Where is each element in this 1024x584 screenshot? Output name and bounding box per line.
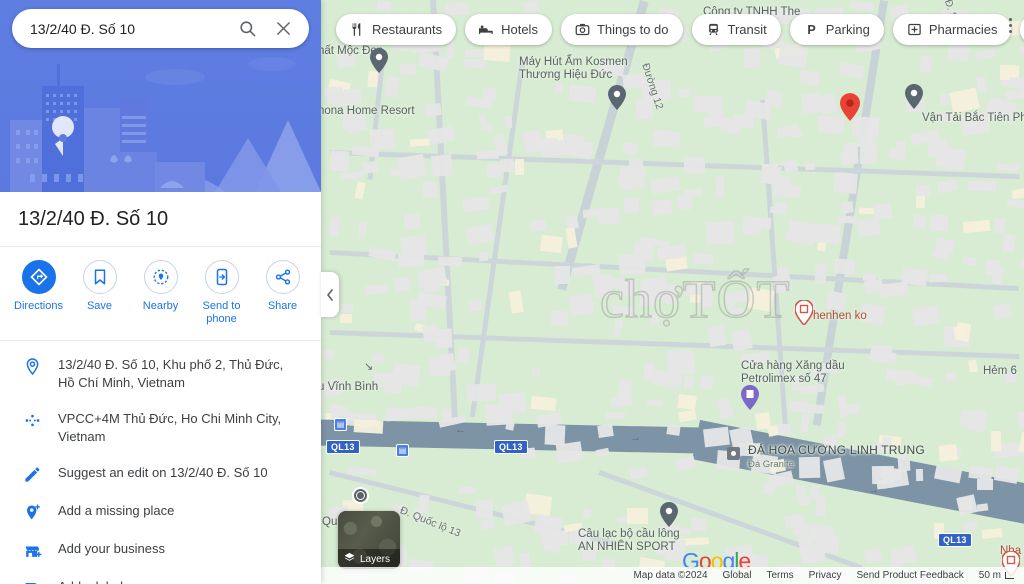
info-row-location-pin[interactable]: 13/2/40 Đ. Số 10, Khu phố 2, Thủ Đức, Hồ…	[0, 347, 321, 401]
chip-atms[interactable]: ATMATMs	[1020, 14, 1024, 45]
info-row-text: Add your business	[58, 541, 165, 556]
transit-icon	[706, 22, 721, 37]
label-icon	[22, 578, 42, 584]
chip-restaurants[interactable]: Restaurants	[336, 14, 457, 45]
info-row-pencil[interactable]: Suggest an edit on 13/2/40 Đ. Số 10	[0, 455, 321, 493]
page-title: 13/2/40 Đ. Số 10	[0, 192, 321, 247]
layers-label: Layers	[360, 553, 391, 565]
plus-code-icon	[22, 410, 42, 430]
chip-label: Things to do	[596, 22, 669, 37]
info-row-text: 13/2/40 Đ. Số 10, Khu phố 2, Thủ Đức, Hồ…	[58, 357, 284, 390]
highway-shield: QL13	[494, 440, 528, 454]
pharmacy-icon	[907, 22, 922, 37]
map-footer: Map data ©2024 Global Terms Privacy Send…	[321, 567, 1024, 584]
collapse-panel-button[interactable]	[321, 272, 339, 317]
place-hero-illustration	[0, 0, 321, 192]
chip-transit[interactable]: Transit	[691, 14, 781, 45]
info-row-add-business[interactable]: Add your business	[0, 531, 321, 569]
city-skyline-illustration	[10, 57, 321, 192]
action-label: Share	[267, 300, 298, 312]
nearby-search-icon	[143, 260, 178, 294]
info-row-text: Suggest an edit on 13/2/40 Đ. Số 10	[58, 465, 268, 480]
bus-stop-icon[interactable]: ▤	[396, 444, 409, 457]
hotel-icon	[479, 22, 494, 37]
map-scale-bar	[1005, 572, 1014, 579]
map-poi-dahoacuong[interactable]	[727, 447, 740, 460]
category-chip-bar: Restaurants Hotels Things to do Transit P Par…	[336, 14, 1024, 45]
map-pin-generic[interactable]	[370, 48, 388, 73]
share-button[interactable]: Share	[254, 260, 312, 313]
highway-shield: QL13	[326, 440, 360, 454]
send-to-phone-button[interactable]: Send to phone	[193, 260, 251, 326]
footer-link-privacy[interactable]: Privacy	[809, 570, 842, 581]
share-icon	[265, 260, 300, 294]
chip-hotels[interactable]: Hotels	[465, 14, 552, 45]
layers-icon	[344, 552, 355, 566]
send-to-phone-icon	[204, 260, 239, 294]
pegman-icon[interactable]	[352, 487, 369, 504]
parking-icon: P	[804, 22, 819, 37]
bus-stop-icon[interactable]: ▤	[334, 418, 347, 431]
footer-link-feedback[interactable]: Send Product Feedback	[856, 570, 963, 581]
map-pin-henhenko[interactable]	[795, 300, 813, 325]
pencil-icon	[22, 464, 42, 484]
chip-pharmacies[interactable]: Pharmacies	[892, 14, 1012, 45]
chip-parking[interactable]: P Parking	[789, 14, 884, 45]
chip-label: Hotels	[501, 22, 538, 37]
save-button[interactable]: Save	[71, 260, 129, 313]
svg-text:P: P	[807, 23, 815, 37]
chip-label: Restaurants	[372, 22, 443, 37]
location-pin-icon	[22, 356, 42, 376]
footer-link-terms[interactable]: Terms	[766, 570, 793, 581]
search-input[interactable]	[12, 20, 229, 37]
directions-icon	[21, 260, 56, 294]
direction-arrow-icon: ↘	[364, 361, 374, 373]
map-scale: 50 m	[979, 570, 1014, 581]
action-label: Nearby	[142, 300, 179, 312]
place-action-bar: Directions Save Nearby Send to phone Share	[0, 247, 321, 341]
directions-button[interactable]: Directions	[10, 260, 68, 313]
map-pin-destination[interactable]	[840, 93, 860, 121]
direction-arrow-icon: →	[630, 432, 641, 444]
direction-arrow-icon: →	[868, 484, 879, 496]
info-row-label[interactable]: Add a label	[0, 569, 321, 584]
map-pin-vantai[interactable]	[905, 84, 923, 109]
info-row-text: Add a label	[58, 578, 123, 584]
add-business-icon	[22, 540, 42, 560]
map-scale-value: 50 m	[978, 570, 1001, 581]
info-row-text: Add a missing place	[58, 503, 175, 518]
search-bar[interactable]	[12, 9, 309, 48]
highway-shield: QL13	[938, 533, 972, 547]
chip-label: Pharmacies	[928, 22, 998, 37]
place-details-panel: 13/2/40 Đ. Số 10 Directions Save Nearby Sen…	[0, 0, 321, 584]
place-info-list: 13/2/40 Đ. Số 10, Khu phố 2, Thủ Đức, Hồ…	[0, 341, 321, 584]
chip-things-to-do[interactable]: Things to do	[560, 14, 683, 45]
search-icon[interactable]	[229, 9, 265, 48]
close-icon[interactable]	[265, 9, 301, 48]
layers-button[interactable]: Layers	[338, 511, 400, 569]
map-pin-kosmen[interactable]	[608, 85, 626, 110]
chip-label: Parking	[825, 22, 870, 37]
info-row-text: VPCC+4M Thủ Đức, Ho Chi Minh City, Vietn…	[58, 411, 282, 444]
action-label: Send to phone	[202, 300, 241, 325]
map-attribution: Map data ©2024	[633, 570, 708, 581]
restaurant-icon	[350, 22, 365, 37]
camera-icon	[575, 22, 590, 37]
footer-link-global[interactable]: Global	[723, 570, 752, 581]
chip-label: Transit	[727, 22, 767, 37]
map-pin-annhien[interactable]	[660, 502, 678, 527]
map-overflow-menu-icon[interactable]	[1002, 8, 1018, 42]
nearby-button[interactable]: Nearby	[132, 260, 190, 313]
map-pin-petrolimex[interactable]	[741, 385, 759, 410]
info-row-add-place[interactable]: Add a missing place	[0, 493, 321, 531]
add-place-icon	[22, 502, 42, 522]
action-label: Directions	[14, 300, 63, 312]
bookmark-icon	[82, 260, 117, 294]
info-row-plus-code[interactable]: VPCC+4M Thủ Đức, Ho Chi Minh City, Vietn…	[0, 401, 321, 455]
direction-arrow-icon: ←	[455, 424, 466, 436]
action-label: Save	[86, 300, 113, 312]
